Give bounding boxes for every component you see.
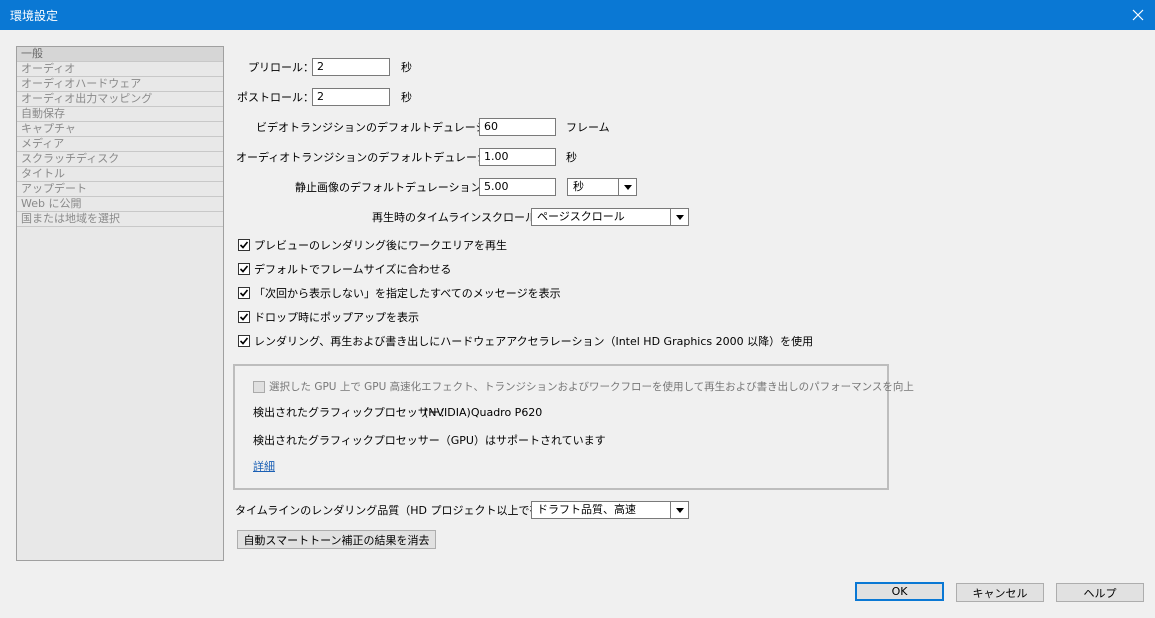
category-titles[interactable]: タイトル [17,167,223,182]
category-auto-save[interactable]: 自動保存 [17,107,223,122]
still-image-unit-select[interactable]: 秒 [567,178,637,196]
dropdown-arrow [618,179,636,195]
category-general[interactable]: 一般 [17,47,223,62]
timeline-scroll-value: ページスクロール [537,210,625,223]
close-button[interactable] [1121,0,1155,30]
audio-transition-unit: 秒 [566,151,577,164]
fit-frame-size-row[interactable]: デフォルトでフレームサイズに合わせる [238,261,451,277]
dropdown-arrow [670,209,688,225]
play-work-area-row[interactable]: プレビューのレンダリング後にワークエリアを再生 [238,237,507,253]
category-audio[interactable]: オーディオ [17,62,223,77]
category-audio-output-mapping[interactable]: オーディオ出力マッピング [17,92,223,107]
help-button[interactable]: ヘルプ [1056,583,1144,602]
gpu-detected-label: 検出されたグラフィックプロセッサー： [253,406,451,419]
popup-on-drop-label: ドロップ時にポップアップを表示 [254,311,419,324]
checkmark-icon [239,265,249,273]
hardware-acceleration-label: レンダリング、再生および書き出しにハードウェアアクセラレーション（Intel H… [254,335,814,348]
category-media[interactable]: メディア [17,137,223,152]
preroll-label: プリロール： [248,61,314,74]
gpu-acceleration-label: 選択した GPU 上で GPU 高速化エフェクト、トランジションおよびワークフロ… [269,381,914,393]
postroll-label: ポストロール： [237,91,314,104]
gpu-acceleration-row[interactable]: 選択した GPU 上で GPU 高速化エフェクト、トランジションおよびワークフロ… [253,379,914,394]
category-web-publish[interactable]: Web に公開 [17,197,223,212]
video-transition-input[interactable]: 60 [479,118,556,136]
category-country-region[interactable]: 国または地域を選択 [17,212,223,227]
still-image-unit-value: 秒 [573,180,584,193]
category-capture[interactable]: キャプチャ [17,122,223,137]
title-bar: 環境設定 [0,0,1155,30]
play-work-area-checkbox[interactable] [238,239,250,251]
render-quality-select[interactable]: ドラフト品質、高速 [531,501,689,519]
render-quality-value: ドラフト品質、高速 [537,503,636,516]
checkmark-icon [239,289,249,297]
gpu-acceleration-checkbox[interactable] [253,380,265,393]
render-quality-label: タイムラインのレンダリング品質（HD プロジェクト以上で有効）： [235,504,568,517]
clear-smart-tone-button[interactable]: 自動スマートトーン補正の結果を消去 [237,530,436,549]
hardware-acceleration-row[interactable]: レンダリング、再生および書き出しにハードウェアアクセラレーション（Intel H… [238,333,813,349]
show-all-messages-checkbox[interactable] [238,287,250,299]
hardware-acceleration-checkbox[interactable] [238,335,250,347]
video-transition-unit: フレーム [566,121,610,134]
still-image-label: 静止画像のデフォルトデュレーション： [295,181,493,194]
timeline-scroll-label: 再生時のタイムラインスクロール： [372,211,548,224]
gpu-details-link[interactable]: 詳細 [253,460,275,474]
popup-on-drop-row[interactable]: ドロップ時にポップアップを表示 [238,309,419,325]
preroll-unit: 秒 [401,61,412,74]
category-list[interactable]: 一般 オーディオ オーディオハードウェア オーディオ出力マッピング 自動保存 キ… [16,46,224,561]
checkmark-icon [239,241,249,249]
window-title: 環境設定 [10,9,59,23]
dropdown-arrow [670,502,688,518]
category-scratch-disks[interactable]: スクラッチディスク [17,152,223,167]
show-all-messages-row[interactable]: 「次回から表示しない」を指定したすべてのメッセージを表示 [238,285,561,301]
chevron-down-icon [675,214,684,220]
fit-frame-size-checkbox[interactable] [238,263,250,275]
cancel-button[interactable]: キャンセル [956,583,1044,602]
chevron-down-icon [675,507,684,513]
timeline-scroll-select[interactable]: ページスクロール [531,208,689,226]
chevron-down-icon [623,184,632,190]
fit-frame-size-label: デフォルトでフレームサイズに合わせる [254,263,452,276]
preroll-input[interactable]: 2 [312,58,390,76]
checkmark-icon [239,337,249,345]
ok-button[interactable]: OK [855,582,944,601]
checkmark-icon [239,313,249,321]
postroll-input[interactable]: 2 [312,88,390,106]
category-updates[interactable]: アップデート [17,182,223,197]
gpu-supported-text: 検出されたグラフィックプロセッサー（GPU）はサポートされています [253,434,606,447]
still-image-input[interactable]: 5.00 [479,178,556,196]
play-work-area-label: プレビューのレンダリング後にワークエリアを再生 [254,239,507,252]
postroll-unit: 秒 [401,91,412,104]
show-all-messages-label: 「次回から表示しない」を指定したすべてのメッセージを表示 [254,287,561,300]
close-icon [1132,9,1144,21]
gpu-detected-value: (NVIDIA)Quadro P620 [424,406,543,419]
category-audio-hardware[interactable]: オーディオハードウェア [17,77,223,92]
audio-transition-input[interactable]: 1.00 [479,148,556,166]
popup-on-drop-checkbox[interactable] [238,311,250,323]
